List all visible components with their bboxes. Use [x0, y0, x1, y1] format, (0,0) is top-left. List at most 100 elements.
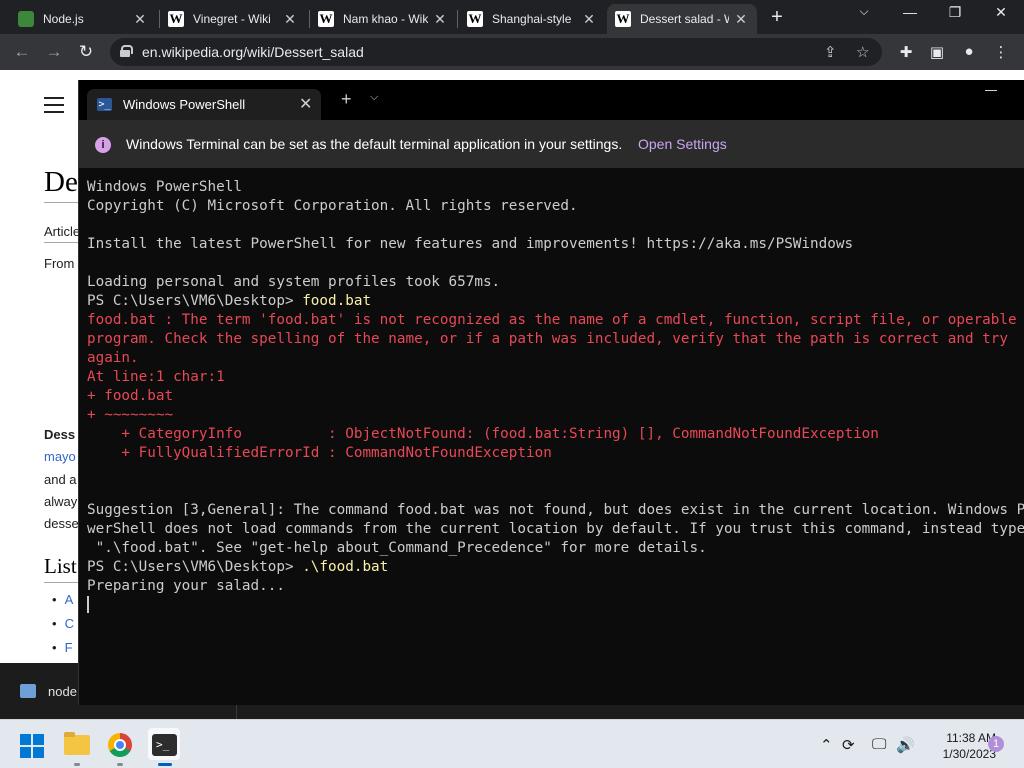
browser-tab-nam-khao[interactable]: W Nam khao - Wiki ✕ — [310, 4, 456, 34]
close-icon[interactable]: ✕ — [282, 11, 298, 28]
article-link[interactable]: mayo — [44, 449, 76, 464]
console-text: Install the latest PowerShell for new fe… — [87, 236, 854, 252]
windows-taskbar: >_ ⌃ ⟳ 🖵 🔊 11:38 AM 1/30/2023 1 — [0, 719, 1024, 768]
close-icon[interactable]: ✕ — [581, 11, 597, 28]
new-terminal-tab-button[interactable]: + — [341, 89, 352, 110]
article-lead-bold: Dess — [44, 427, 76, 442]
console-line: PS C:\Users\VM6\Desktop> .\food.bat — [87, 558, 1024, 577]
node-window-label: node — [48, 684, 77, 699]
list-item[interactable]: C — [52, 616, 74, 631]
list-item[interactable]: F — [52, 640, 73, 655]
lock-icon[interactable] — [120, 45, 133, 57]
console-line: + food.bat — [87, 387, 1024, 406]
console-line: At line:1 char:1 — [87, 368, 1024, 387]
tab-title: Nam khao - Wiki — [343, 12, 428, 26]
console-line: Install the latest PowerShell for new fe… — [87, 235, 1024, 254]
back-icon[interactable]: ← — [12, 42, 32, 62]
wikipedia-icon: W — [168, 11, 184, 27]
console-prompt-line[interactable] — [87, 596, 1024, 615]
restore-icon[interactable]: ❐ — [943, 4, 967, 21]
default-terminal-infobar: i Windows Terminal can be set as the def… — [79, 120, 1024, 168]
console-line: program. Check the spelling of the name,… — [87, 330, 1024, 349]
minimize-icon[interactable] — [985, 90, 997, 91]
url-text[interactable]: en.wikipedia.org/wiki/Dessert_salad — [142, 44, 364, 60]
list-item[interactable]: A — [52, 592, 74, 607]
sync-alert-icon[interactable]: ⟳ — [842, 736, 855, 754]
browser-tab-dessert-salad[interactable]: W Dessert salad - W ✕ — [607, 4, 757, 34]
console-text: werShell does not load commands from the… — [87, 521, 1024, 537]
browser-tab-shanghai[interactable]: W Shanghai-style ✕ — [459, 4, 605, 34]
console-text: Copyright (C) Microsoft Corporation. All… — [87, 198, 578, 214]
powershell-icon: >_ — [97, 98, 112, 111]
active-indicator — [158, 763, 172, 766]
chrome-icon[interactable] — [108, 733, 132, 757]
chevron-down-icon[interactable]: ⌵ — [370, 91, 378, 104]
share-icon[interactable]: ⇪ — [824, 43, 837, 61]
page-title: De — [44, 166, 78, 198]
terminal-icon[interactable]: >_ — [152, 734, 177, 756]
system-clock[interactable]: 11:38 AM 1/30/2023 — [918, 730, 996, 762]
file-explorer-icon[interactable] — [64, 732, 90, 755]
console-line: Copyright (C) Microsoft Corporation. All… — [87, 197, 1024, 216]
article-tab[interactable]: Article — [44, 224, 80, 239]
windows-start-icon[interactable] — [20, 734, 44, 758]
terminal-tab-title: Windows PowerShell — [123, 97, 246, 112]
console-line: again. — [87, 349, 1024, 368]
minimize-icon[interactable]: — — [898, 4, 922, 20]
console-line: Windows PowerShell — [87, 178, 1024, 197]
console-text: PS C:\Users\VM6\Desktop> — [87, 293, 303, 309]
tab-search-icon[interactable]: ⌵ — [852, 4, 876, 19]
close-icon[interactable]: ✕ — [733, 11, 749, 28]
browser-tab-vinegret[interactable]: W Vinegret - Wiki ✕ — [160, 4, 306, 34]
forward-icon[interactable]: → — [44, 42, 64, 62]
tab-title: Node.js — [43, 12, 84, 26]
close-tab-icon[interactable]: ✕ — [299, 94, 312, 114]
console-error-text: + food.bat — [87, 388, 174, 404]
windows-terminal-window: >_ Windows PowerShell ✕ + ⌵ i Windows Te… — [78, 80, 1024, 705]
text-cursor — [87, 596, 89, 613]
section-heading: List — [44, 554, 77, 578]
terminal-tab-powershell[interactable]: >_ Windows PowerShell ✕ — [87, 89, 321, 120]
chevron-up-icon[interactable]: ⌃ — [820, 736, 833, 754]
new-tab-button[interactable]: + — [766, 6, 788, 28]
menu-icon[interactable]: ⋮ — [991, 43, 1011, 61]
console-text: Windows PowerShell — [87, 179, 242, 195]
bookmark-star-icon[interactable]: ☆ — [856, 43, 869, 61]
volume-icon[interactable]: 🔊 — [896, 736, 915, 754]
wikipedia-icon: W — [615, 11, 631, 27]
console-line: Suggestion [3,General]: The command food… — [87, 501, 1024, 520]
network-icon[interactable]: 🖵 — [872, 736, 886, 753]
hamburger-menu-icon[interactable] — [44, 97, 64, 118]
running-indicator — [74, 763, 80, 766]
console-text: Preparing your salad... — [87, 578, 285, 594]
console-error-text: again. — [87, 350, 139, 366]
close-icon[interactable]: ✕ — [132, 11, 148, 28]
console-line: + CategoryInfo : ObjectNotFound: (food.b… — [87, 425, 1024, 444]
wikipedia-icon: W — [318, 11, 334, 27]
extensions-icon[interactable]: ✚ — [896, 43, 916, 61]
notification-badge[interactable]: 1 — [988, 736, 1004, 752]
background-window-strip — [78, 705, 1024, 719]
console-line: PS C:\Users\VM6\Desktop> food.bat — [87, 292, 1024, 311]
browser-tab-nodejs[interactable]: Node.js ✕ — [10, 4, 156, 34]
running-indicator — [117, 763, 123, 766]
address-bar[interactable]: en.wikipedia.org/wiki/Dessert_salad ⇪ ☆ — [110, 38, 882, 66]
side-panel-icon[interactable]: ▣ — [927, 43, 947, 61]
node-window-taskbar-preview[interactable]: node — [0, 663, 78, 719]
info-icon: i — [95, 137, 111, 153]
console-error-text: program. Check the spelling of the name,… — [87, 331, 1008, 347]
console-text: Suggestion [3,General]: The command food… — [87, 502, 1024, 518]
profile-icon[interactable]: ● — [959, 43, 979, 60]
close-icon[interactable]: ✕ — [432, 11, 448, 28]
console-output[interactable]: Windows PowerShell Copyright (C) Microsof… — [87, 178, 1024, 698]
open-settings-link[interactable]: Open Settings — [638, 136, 727, 152]
tab-separator — [457, 10, 458, 28]
clock-date: 1/30/2023 — [942, 747, 996, 761]
close-window-icon[interactable]: ✕ — [989, 4, 1013, 21]
nodejs-icon — [18, 11, 34, 27]
reload-icon[interactable]: ↻ — [76, 42, 96, 62]
console-line: Loading personal and system profiles too… — [87, 273, 1024, 292]
